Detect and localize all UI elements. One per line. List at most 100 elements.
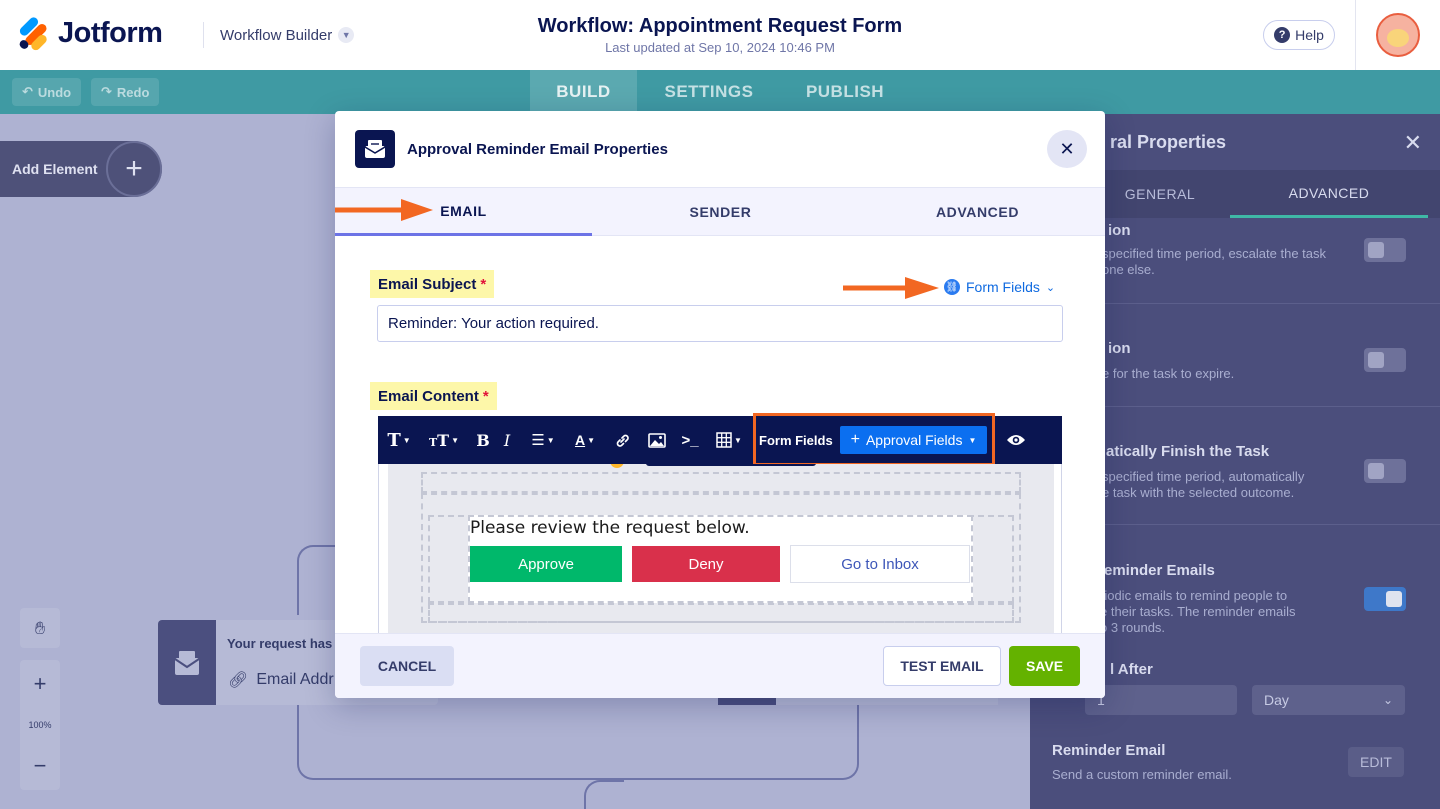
zoom-in-button[interactable]: + bbox=[34, 671, 47, 697]
tab-build[interactable]: BUILD bbox=[530, 70, 637, 114]
send-after-label: l After bbox=[1110, 661, 1153, 678]
annotation-arrow-icon bbox=[843, 277, 939, 299]
required-mark: * bbox=[480, 275, 487, 293]
connector-line bbox=[297, 705, 859, 780]
test-email-button[interactable]: TEST EMAIL bbox=[883, 646, 1001, 686]
table-icon bbox=[716, 432, 732, 448]
tab-sender[interactable]: SENDER bbox=[592, 188, 849, 236]
email-content-label: Email Content * bbox=[370, 382, 497, 410]
reminder-emails-toggle[interactable] bbox=[1364, 587, 1406, 611]
send-after-unit-select[interactable]: Day ⌄ bbox=[1252, 685, 1405, 715]
font-size-button[interactable]: TT ▼ bbox=[424, 416, 464, 464]
section-heading: ion bbox=[1108, 222, 1131, 239]
top-bar: Jotform Workflow Builder ▼ Workflow: App… bbox=[0, 0, 1440, 70]
italic-button[interactable]: I bbox=[498, 416, 516, 464]
email-logo-partial bbox=[610, 464, 820, 472]
review-message-text: Please review the request below. bbox=[470, 518, 750, 538]
help-label: Help bbox=[1295, 27, 1324, 43]
user-avatar[interactable] bbox=[1376, 13, 1420, 57]
unit-value: Day bbox=[1264, 692, 1289, 708]
redo-label: Redo bbox=[116, 84, 150, 100]
chevron-down-icon: ⌄ bbox=[1045, 281, 1056, 294]
approve-button[interactable]: Approve bbox=[470, 546, 622, 582]
email-subject-input[interactable]: Reminder: Your action required. bbox=[377, 305, 1063, 342]
modal-header: Approval Reminder Email Properties ✕ bbox=[335, 111, 1105, 187]
tab-advanced[interactable]: ADVANCED bbox=[1230, 170, 1428, 218]
insert-code-button[interactable]: >_ bbox=[679, 416, 701, 464]
redo-icon: ↷ bbox=[101, 84, 112, 99]
workflow-title: Workflow: Appointment Request Form bbox=[537, 15, 903, 37]
undo-button[interactable]: ↶ Undo bbox=[12, 78, 82, 106]
section-desc: specified time period, automatically e t… bbox=[1102, 469, 1305, 500]
jotform-logo-icon bbox=[17, 15, 50, 53]
form-fields-label: Form Fields bbox=[966, 279, 1040, 295]
jotform-logo[interactable]: Jotform bbox=[17, 15, 163, 53]
section-desc: specified time period, escalate the task… bbox=[1102, 246, 1327, 277]
email-subject-label: Email Subject * bbox=[370, 270, 495, 298]
add-element-button[interactable]: Add Element + bbox=[0, 141, 162, 197]
tab-advanced[interactable]: ADVANCED bbox=[849, 188, 1105, 236]
align-button[interactable]: ☰ ▼ bbox=[526, 416, 560, 464]
section-desc: e for the task to expire. bbox=[1102, 366, 1235, 381]
help-button[interactable]: ? Help bbox=[1263, 20, 1335, 50]
product-switcher[interactable]: Workflow Builder ▼ bbox=[203, 22, 355, 48]
workflow-title-block: Workflow: Appointment Request Form Last … bbox=[470, 15, 970, 55]
close-icon[interactable]: ✕ bbox=[1404, 130, 1422, 156]
close-modal-button[interactable]: ✕ bbox=[1047, 130, 1087, 168]
header-divider bbox=[1355, 0, 1356, 70]
insert-link-button[interactable] bbox=[611, 416, 633, 464]
required-mark: * bbox=[482, 387, 489, 405]
go-to-inbox-button[interactable]: Go to Inbox bbox=[790, 545, 970, 583]
insert-image-button[interactable] bbox=[646, 416, 668, 464]
text-color-button[interactable]: A ▼ bbox=[570, 416, 600, 464]
escalation-toggle[interactable] bbox=[1364, 238, 1406, 262]
product-name: Workflow Builder bbox=[220, 26, 333, 44]
undo-icon: ↶ bbox=[22, 84, 33, 99]
section-heading: atically Finish the Task bbox=[1106, 443, 1270, 460]
label-text: Email Subject bbox=[378, 275, 477, 293]
chevron-down-icon: ⌄ bbox=[1382, 693, 1393, 707]
reminder-email-label: Reminder Email bbox=[1052, 742, 1166, 759]
chevron-down-icon: ▼ bbox=[338, 27, 355, 43]
tab-general[interactable]: GENERAL bbox=[1100, 170, 1220, 218]
tab-publish[interactable]: PUBLISH bbox=[790, 70, 900, 114]
template-block bbox=[421, 472, 1021, 493]
send-after-input[interactable]: 1 bbox=[1085, 685, 1237, 715]
hand-tool-button[interactable]: ✋︎ bbox=[20, 608, 60, 648]
text-style-button[interactable]: T ▼ bbox=[384, 416, 414, 464]
link-icon bbox=[616, 434, 629, 447]
email-icon bbox=[355, 130, 395, 168]
annotation-highlight-box bbox=[753, 413, 995, 466]
link-icon: 🔗︎ bbox=[228, 672, 249, 689]
font-size-icon: TT bbox=[428, 430, 450, 450]
builder-navbar: ↶ Undo ↷ Redo BUILD SETTINGS PUBLISH bbox=[0, 70, 1440, 114]
expiration-toggle[interactable] bbox=[1364, 348, 1406, 372]
add-element-label: Add Element bbox=[12, 161, 98, 177]
reminder-email-desc: Send a custom reminder email. bbox=[1052, 767, 1232, 782]
section-heading: ion bbox=[1108, 340, 1131, 357]
save-button[interactable]: SAVE bbox=[1009, 646, 1080, 686]
italic-icon: I bbox=[503, 430, 511, 450]
hand-icon: ✋︎ bbox=[34, 617, 46, 638]
plus-icon: + bbox=[106, 141, 162, 197]
form-fields-dropdown[interactable]: ⛓︎ Form Fields ⌄ bbox=[944, 279, 1055, 295]
modal-title: Approval Reminder Email Properties bbox=[407, 141, 668, 158]
auto-finish-toggle[interactable] bbox=[1364, 459, 1406, 483]
bold-button[interactable]: B bbox=[474, 416, 492, 464]
email-properties-modal: Approval Reminder Email Properties ✕ EMA… bbox=[335, 111, 1105, 698]
zoom-out-button[interactable]: − bbox=[34, 753, 47, 779]
undo-label: Undo bbox=[37, 84, 72, 100]
zoom-controls: + 100% − bbox=[20, 660, 60, 790]
last-updated: Last updated at Sep 10, 2024 10:46 PM bbox=[605, 40, 835, 55]
close-icon: ✕ bbox=[1059, 138, 1075, 159]
preview-button[interactable] bbox=[1004, 416, 1028, 464]
insert-table-button[interactable]: ▼ bbox=[712, 416, 746, 464]
redo-button[interactable]: ↷ Redo bbox=[91, 78, 160, 106]
node-field-label: Email Addr bbox=[256, 671, 334, 688]
tab-settings[interactable]: SETTINGS bbox=[650, 70, 768, 114]
cancel-button[interactable]: CANCEL bbox=[360, 646, 454, 686]
deny-button[interactable]: Deny bbox=[632, 546, 780, 582]
edit-reminder-email-button[interactable]: EDIT bbox=[1348, 747, 1404, 777]
align-left-icon: ☰ bbox=[531, 432, 545, 449]
section-heading: eminder Emails bbox=[1104, 562, 1215, 579]
